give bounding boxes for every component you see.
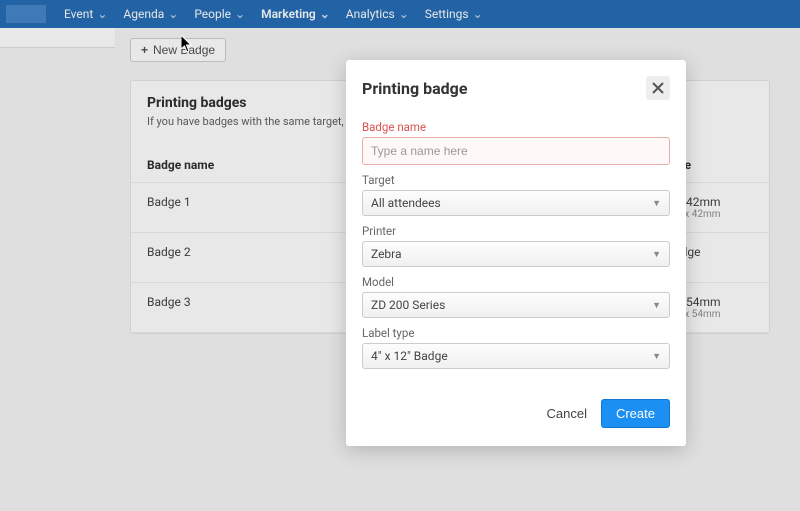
chevron-down-icon: ▼ <box>652 351 661 362</box>
chevron-down-icon: ▼ <box>652 249 661 260</box>
printing-badge-modal: Printing badge Badge name Target All att… <box>346 60 686 446</box>
model-select[interactable]: ZD 200 Series ▼ <box>362 292 670 318</box>
target-label: Target <box>362 173 670 187</box>
modal-footer: Cancel Create <box>346 385 686 446</box>
cancel-button[interactable]: Cancel <box>547 406 587 421</box>
model-value: ZD 200 Series <box>371 298 445 312</box>
printer-select[interactable]: Zebra ▼ <box>362 241 670 267</box>
modal-title: Printing badge <box>362 79 467 98</box>
labeltype-select[interactable]: 4" x 12" Badge ▼ <box>362 343 670 369</box>
model-label: Model <box>362 275 670 289</box>
labeltype-value: 4" x 12" Badge <box>371 349 448 363</box>
chevron-down-icon: ▼ <box>652 300 661 311</box>
modal-body: Badge name Target All attendees ▼ Printe… <box>346 120 686 385</box>
target-value: All attendees <box>371 196 441 210</box>
printer-value: Zebra <box>371 247 402 261</box>
chevron-down-icon: ▼ <box>652 198 661 209</box>
modal-header: Printing badge <box>346 60 686 112</box>
close-icon <box>652 82 664 94</box>
badge-name-label: Badge name <box>362 120 670 134</box>
close-button[interactable] <box>646 76 670 100</box>
printer-label: Printer <box>362 224 670 238</box>
badge-name-input[interactable] <box>362 137 670 165</box>
create-button[interactable]: Create <box>601 399 670 428</box>
labeltype-label: Label type <box>362 326 670 340</box>
target-select[interactable]: All attendees ▼ <box>362 190 670 216</box>
